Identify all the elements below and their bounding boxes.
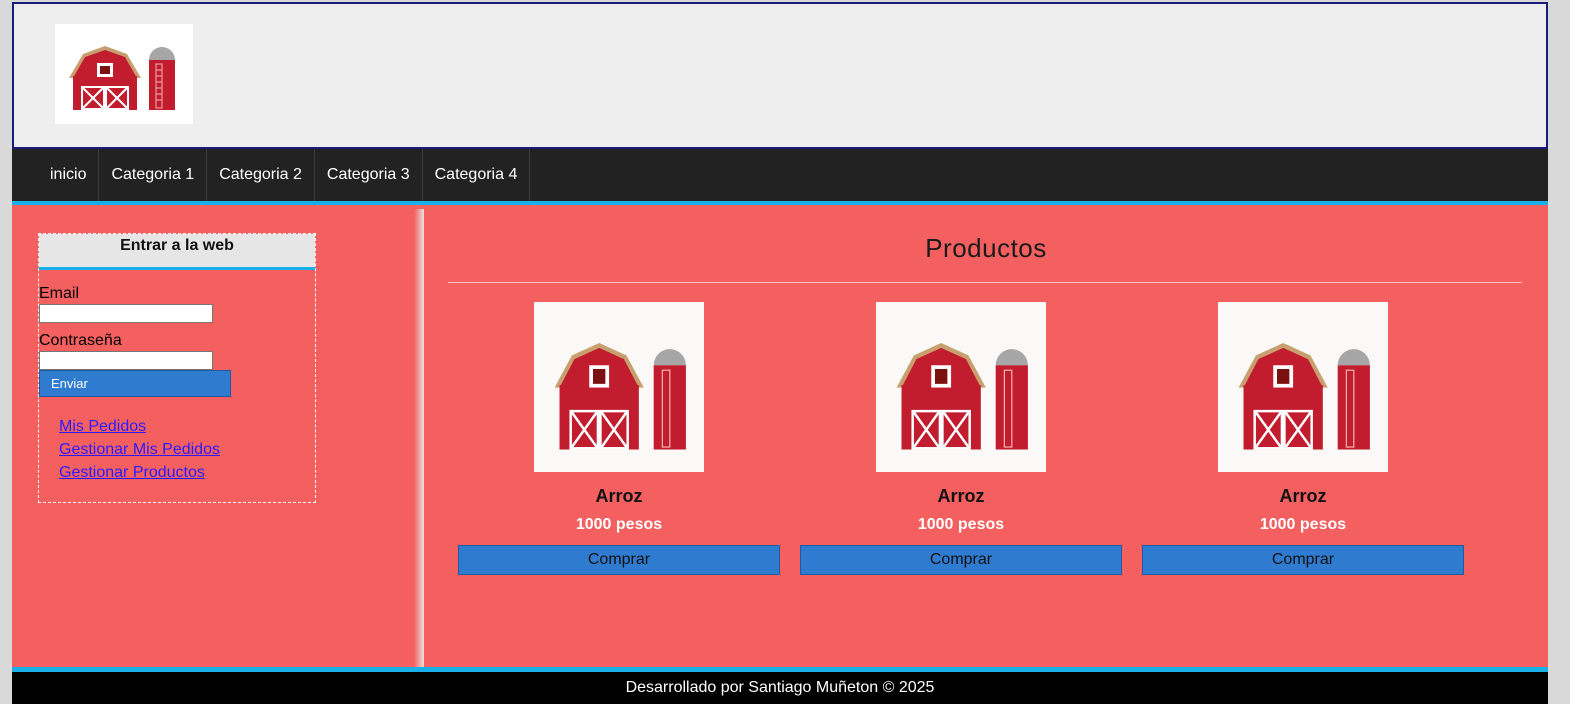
product-card: Arroz 1000 pesos Comprar xyxy=(800,302,1122,582)
product-card: Arroz 1000 pesos Comprar xyxy=(458,302,780,582)
nav-item-categoria-1[interactable]: Categoria 1 xyxy=(99,149,208,201)
header xyxy=(12,2,1548,149)
link-gestionar-productos[interactable]: Gestionar Productos xyxy=(59,461,220,484)
nav-item-categoria-4[interactable]: Categoria 4 xyxy=(423,149,531,201)
footer: Desarrollado por Santiago Muñeton © 2025 xyxy=(12,667,1548,704)
nav-item-categoria-2[interactable]: Categoria 2 xyxy=(207,149,315,201)
product-name: Arroz xyxy=(937,486,985,506)
buy-button[interactable]: Comprar xyxy=(800,545,1122,575)
sidebar: Entrar a la web Email Contraseña Enviar … xyxy=(12,209,422,667)
main-nav: inicio Categoria 1 Categoria 2 Categoria… xyxy=(12,149,1548,205)
product-image[interactable] xyxy=(534,302,704,472)
site-logo[interactable] xyxy=(55,24,193,124)
barn-icon xyxy=(69,46,175,110)
product-image[interactable] xyxy=(1218,302,1388,472)
product-price: 1000 pesos xyxy=(1259,516,1347,533)
email-field[interactable] xyxy=(39,304,213,323)
account-links: Mis Pedidos Gestionar Mis Pedidos Gestio… xyxy=(59,415,220,484)
page-title: Productos xyxy=(925,233,1047,263)
login-title: Entrar a la web xyxy=(39,234,315,270)
buy-button[interactable]: Comprar xyxy=(458,545,780,575)
barn-icon xyxy=(1238,342,1370,450)
product-name: Arroz xyxy=(1279,486,1327,506)
sidebar-divider xyxy=(414,209,424,667)
link-gestionar-mis-pedidos[interactable]: Gestionar Mis Pedidos xyxy=(59,438,220,461)
login-box: Entrar a la web Email Contraseña Enviar … xyxy=(38,233,316,503)
nav-item-categoria-3[interactable]: Categoria 3 xyxy=(315,149,423,201)
product-name: Arroz xyxy=(595,486,643,506)
nav-item-inicio[interactable]: inicio xyxy=(38,149,100,201)
submit-button[interactable]: Enviar xyxy=(39,370,231,397)
barn-icon xyxy=(896,342,1028,450)
password-field[interactable] xyxy=(39,351,213,370)
buy-button[interactable]: Comprar xyxy=(1142,545,1464,575)
main-content: Productos Arroz 1000 pesos Comprar Arroz… xyxy=(424,209,1548,667)
barn-icon xyxy=(554,342,686,450)
password-label: Contraseña xyxy=(39,332,122,349)
page: inicio Categoria 1 Categoria 2 Categoria… xyxy=(12,2,1548,704)
product-price: 1000 pesos xyxy=(575,516,663,533)
product-image[interactable] xyxy=(876,302,1046,472)
email-label: Email xyxy=(39,285,80,302)
title-divider xyxy=(448,282,1522,283)
link-mis-pedidos[interactable]: Mis Pedidos xyxy=(59,415,220,438)
product-price: 1000 pesos xyxy=(917,516,1005,533)
product-card: Arroz 1000 pesos Comprar xyxy=(1142,302,1464,582)
